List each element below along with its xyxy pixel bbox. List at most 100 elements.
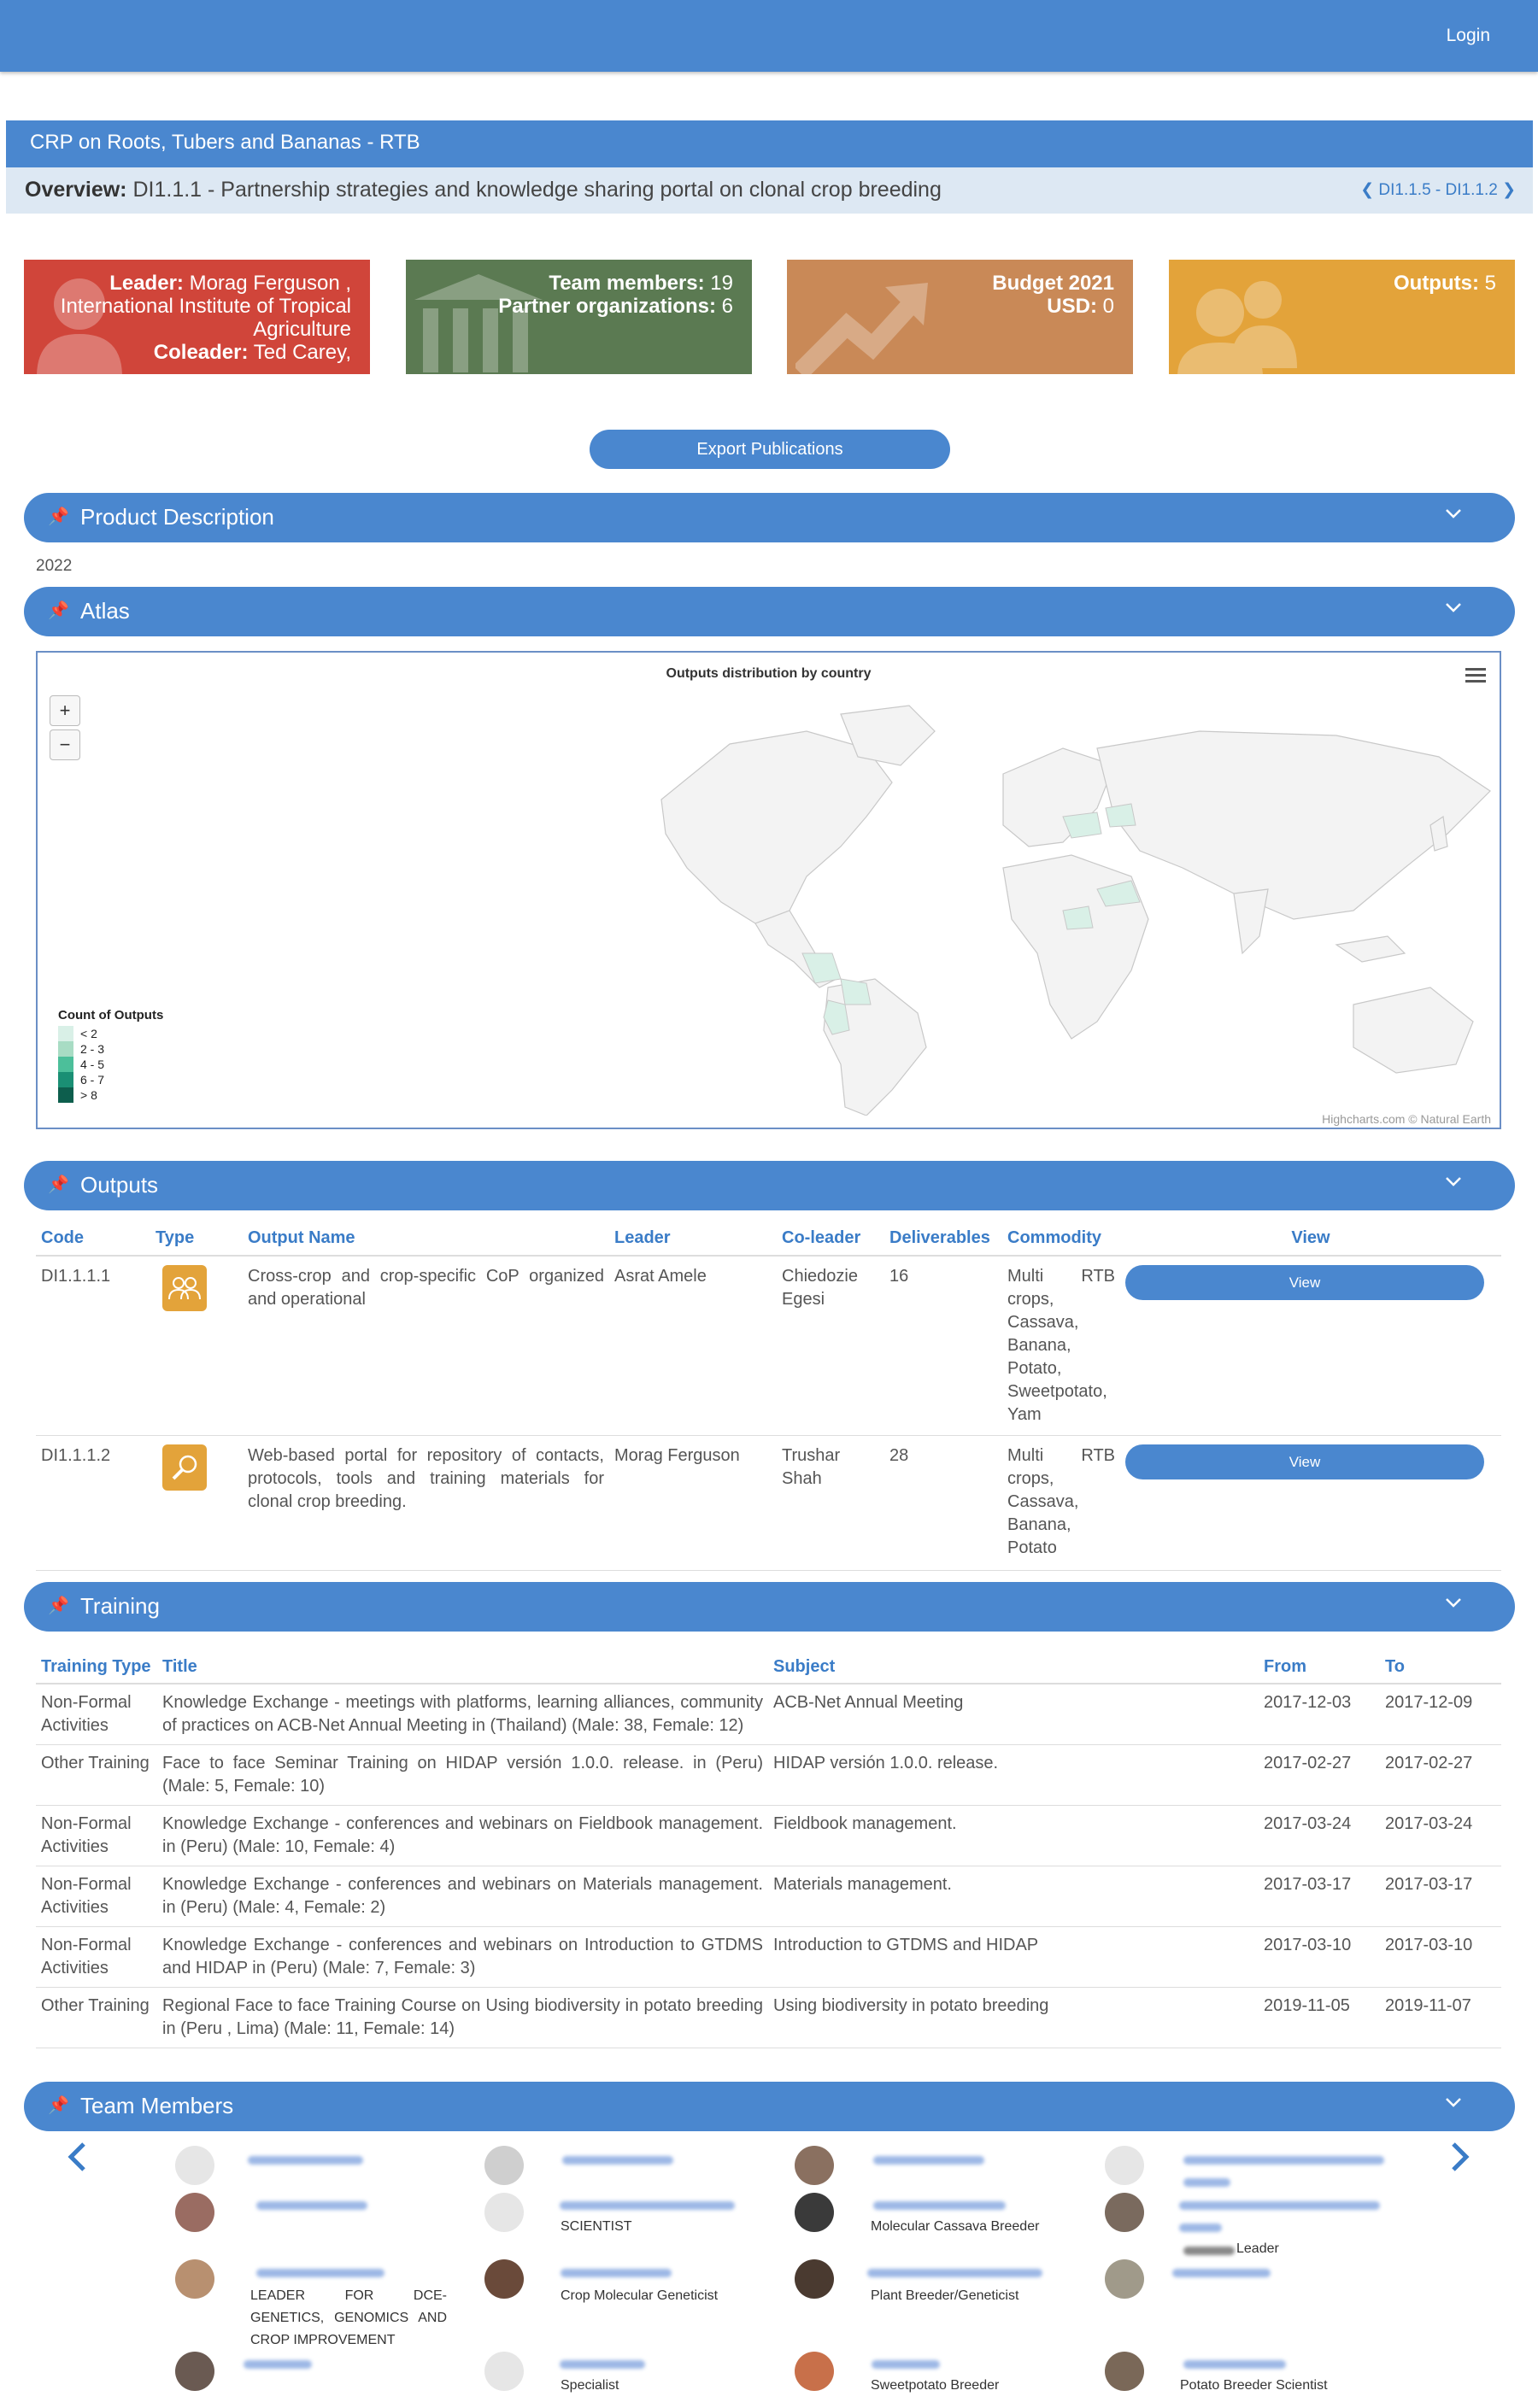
training-from: 2017-02-27 <box>1259 1744 1380 1806</box>
login-link[interactable]: Login <box>1447 26 1490 46</box>
team-tile: Team members: 19 Partner organizations: … <box>406 260 752 374</box>
column-header[interactable]: To <box>1380 1650 1501 1684</box>
member-name <box>248 2156 363 2165</box>
training-type: Other Training <box>36 1744 157 1806</box>
training-type: Other Training <box>36 1987 157 2048</box>
legend-item: > 8 <box>58 1087 163 1103</box>
member-name <box>1179 2201 1380 2210</box>
column-header[interactable]: Co-leader <box>777 1222 884 1257</box>
leader-organization: International Institute of Tropical Agri… <box>60 295 351 341</box>
column-header[interactable]: Leader <box>609 1222 777 1257</box>
avatar <box>1105 2352 1144 2391</box>
section-outputs[interactable]: 📌 Outputs <box>24 1161 1515 1210</box>
chevron-left-icon[interactable]: ❮ <box>1360 181 1374 199</box>
map-legend: Count of Outputs < 2 2 - 3 4 - 5 6 - 7 >… <box>58 1008 163 1103</box>
column-header[interactable]: From <box>1259 1650 1380 1684</box>
team-members-value: 19 <box>710 272 733 295</box>
chevron-right-icon[interactable]: ❯ <box>1502 181 1516 199</box>
world-map[interactable] <box>584 697 1524 1116</box>
section-product-description[interactable]: 📌 Product Description <box>24 493 1515 542</box>
pin-icon: 📌 <box>48 1175 69 1194</box>
coleader-label: Coleader: <box>153 341 249 364</box>
outputs-tile: Outputs: 5 <box>1169 260 1515 374</box>
section-atlas[interactable]: 📌 Atlas <box>24 587 1515 636</box>
table-header-row: Code Type Output Name Leader Co-leader D… <box>36 1222 1501 1257</box>
menu-icon[interactable] <box>1465 668 1486 686</box>
table-row: DI1.1.1.1 Cross-crop and crop-specific C… <box>36 1256 1501 1436</box>
member-role: Molecular Cassava Breeder <box>871 2219 1040 2234</box>
output-deliverables: 16 <box>884 1256 1002 1436</box>
training-to: 2017-03-24 <box>1380 1805 1501 1866</box>
avatar <box>175 2352 214 2391</box>
output-leader: Asrat Amele <box>609 1256 777 1436</box>
legend-title: Count of Outputs <box>58 1008 164 1022</box>
chevron-down-icon[interactable] <box>1445 599 1462 616</box>
pin-icon: 📌 <box>48 601 69 620</box>
output-code: DI1.1.1.1 <box>36 1256 150 1436</box>
overview-nav-label[interactable]: DI1.1.5 - DI1.1.2 <box>1378 181 1497 199</box>
view-button[interactable]: View <box>1125 1444 1484 1479</box>
output-commodity: Multi RTB crops, Cassava, Banana, Potato <box>1002 1435 1120 1571</box>
avatar <box>175 2259 214 2299</box>
carousel-prev-icon[interactable] <box>67 2142 87 2171</box>
atlas-map[interactable]: Outputs distribution by country + − Coun… <box>36 651 1501 1129</box>
member-name <box>561 2269 672 2277</box>
column-header[interactable]: Title <box>157 1650 768 1684</box>
map-credit[interactable]: Highcharts.com © Natural Earth <box>1322 1112 1491 1126</box>
section-training[interactable]: 📌 Training <box>24 1582 1515 1632</box>
avatar <box>484 2193 524 2232</box>
column-header[interactable]: View <box>1120 1222 1501 1257</box>
chevron-down-icon[interactable] <box>1445 1594 1462 1611</box>
chevron-down-icon[interactable] <box>1445 505 1462 522</box>
column-header[interactable]: Deliverables <box>884 1222 1002 1257</box>
training-from: 2019-11-05 <box>1259 1987 1380 2048</box>
column-header[interactable]: Subject <box>768 1650 1259 1684</box>
training-subject: Using biodiversity in potato breeding <box>768 1987 1259 2048</box>
member-name <box>256 2269 384 2277</box>
column-header[interactable]: Training Type <box>36 1650 157 1684</box>
output-name: Web-based portal for repository of conta… <box>243 1435 609 1571</box>
zoom-in-button[interactable]: + <box>50 695 80 726</box>
section-title: Product Description <box>80 504 274 530</box>
member-name <box>1183 2360 1286 2369</box>
training-to: 2019-11-07 <box>1380 1987 1501 2048</box>
export-publications-button[interactable]: Export Publications <box>590 430 950 469</box>
legend-item: 2 - 3 <box>58 1041 163 1057</box>
training-type: Non-Formal Activities <box>36 1926 157 1988</box>
map-title: Outputs distribution by country <box>666 666 872 681</box>
chevron-down-icon[interactable] <box>1445 2094 1462 2111</box>
output-name: Cross-crop and crop-specific CoP organiz… <box>243 1256 609 1436</box>
training-from: 2017-03-17 <box>1259 1866 1380 1927</box>
member-role: LEADER FOR DCE-GENETICS, GENOMICS AND CR… <box>250 2288 447 2347</box>
top-navbar: Login <box>0 0 1538 72</box>
training-from: 2017-03-24 <box>1259 1805 1380 1866</box>
column-header[interactable]: Type <box>150 1222 243 1257</box>
pin-icon: 📌 <box>48 2096 69 2115</box>
avatar <box>484 2146 524 2185</box>
member-role: Specialist <box>561 2378 619 2393</box>
view-button[interactable]: View <box>1125 1265 1484 1300</box>
section-team-members[interactable]: 📌 Team Members <box>24 2082 1515 2131</box>
column-header[interactable]: Commodity <box>1002 1222 1120 1257</box>
training-to: 2017-12-09 <box>1380 1684 1501 1745</box>
avatar <box>1105 2259 1144 2299</box>
column-header[interactable]: Output Name <box>243 1222 609 1257</box>
leader-label: Leader: <box>109 272 184 295</box>
legend-item: 4 - 5 <box>58 1057 163 1072</box>
output-leader: Morag Ferguson <box>609 1435 777 1571</box>
carousel-next-icon[interactable] <box>1450 2142 1470 2171</box>
training-title: Face to face Seminar Training on HIDAP v… <box>157 1744 768 1806</box>
member-name <box>560 2360 645 2369</box>
overview-text: DI1.1.1 - Partnership strategies and kno… <box>132 178 942 202</box>
training-subject: Introduction to GTDMS and HIDAP <box>768 1926 1259 1988</box>
training-title: Knowledge Exchange - conferences and web… <box>157 1805 768 1866</box>
overview-bar: Overview: DI1.1.1 - Partnership strategi… <box>6 167 1533 214</box>
table-row: Other Training Face to face Seminar Trai… <box>36 1744 1501 1806</box>
chevron-down-icon[interactable] <box>1445 1173 1462 1190</box>
zoom-out-button[interactable]: − <box>50 729 80 760</box>
table-row: Non-Formal Activities Knowledge Exchange… <box>36 1684 1501 1745</box>
column-header[interactable]: Code <box>36 1222 150 1257</box>
overview-navigation[interactable]: ❮ DI1.1.5 - DI1.1.2 ❯ <box>1360 180 1516 200</box>
training-subject: ACB-Net Annual Meeting <box>768 1684 1259 1745</box>
pin-icon: 📌 <box>48 1597 69 1615</box>
